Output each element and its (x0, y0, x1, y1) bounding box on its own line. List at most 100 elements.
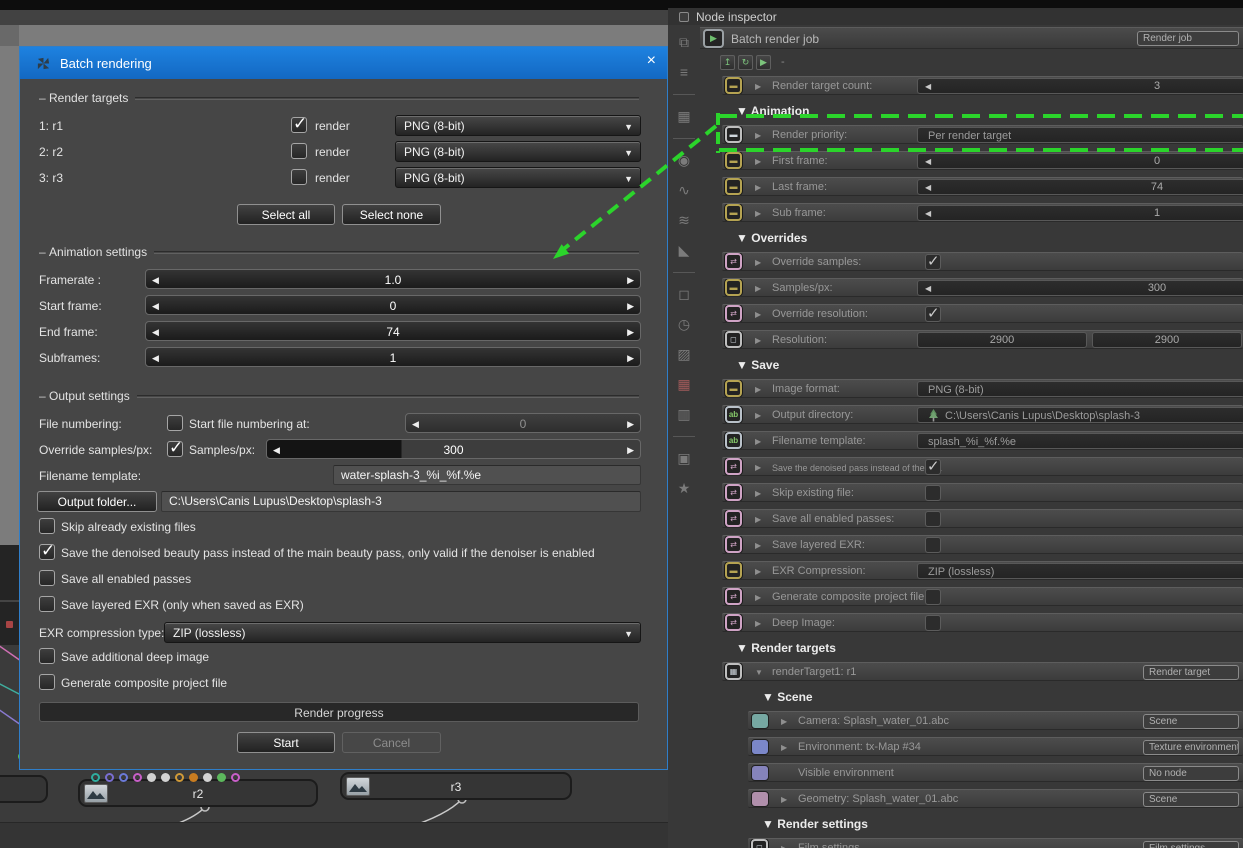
inspector-titlebar[interactable]: Node inspector (668, 8, 1243, 25)
camera-icon[interactable]: ◉ (673, 150, 695, 171)
save-layered-exr-checkbox[interactable] (925, 537, 941, 553)
render-checkbox[interactable] (291, 169, 307, 185)
section-header-scene[interactable]: ▼ Scene (700, 688, 1243, 707)
render-play-icon[interactable]: ▶ (703, 29, 724, 48)
texture-icon[interactable]: ▨ (673, 344, 695, 365)
samples-px-slider[interactable]: ◀ 300 ▶ (266, 439, 641, 459)
graph-node-r3[interactable]: r3 (340, 772, 572, 800)
cube-icon[interactable]: ▦ (673, 374, 695, 395)
environment-badge[interactable]: Texture environment (1143, 740, 1239, 755)
chevron-right-icon[interactable]: ▶ (781, 844, 787, 848)
render-priority-row[interactable]: ▬ ▶ Render priority: Per render target (722, 125, 1243, 144)
save-denoised-checkbox[interactable] (39, 541, 55, 561)
play-icon[interactable]: ▶ (756, 54, 771, 70)
save-deep-image-checkbox[interactable] (39, 648, 55, 664)
start-frame-slider[interactable]: ◀ 0 ▶ (145, 295, 641, 315)
port-dot[interactable] (105, 773, 114, 782)
render-target-count-slider[interactable]: ◀ 3 (917, 78, 1243, 94)
last-frame-row[interactable]: ▬ ▶ Last frame: ◀ 74 (722, 177, 1243, 196)
film-settings-row[interactable]: ◻ ▶ Film settings Film settings (748, 838, 1243, 848)
chevron-right-icon[interactable]: ▶ (755, 284, 761, 293)
file-numbering-checkbox[interactable] (167, 415, 183, 431)
generate-composite-project-file-checkbox[interactable] (925, 589, 941, 605)
section-header-render-settings[interactable]: ▼ Render settings (700, 815, 1243, 834)
chevron-right-icon[interactable]: ▶ (755, 515, 761, 524)
chevron-right-icon[interactable]: ▶ (755, 183, 761, 192)
chevron-right-icon[interactable]: ▶ (755, 385, 761, 394)
frame-icon[interactable]: ◻ (673, 284, 695, 305)
override-samples-checkbox[interactable] (167, 438, 183, 458)
node-header-row[interactable]: ▶ Batch render job Render job (700, 27, 1243, 49)
resolution-y[interactable]: 2900 (1092, 332, 1242, 348)
render-checkbox[interactable] (291, 114, 307, 134)
refresh-icon[interactable]: ↻ (738, 54, 753, 70)
port-dot[interactable] (175, 773, 184, 782)
skip-existing-checkbox[interactable] (39, 518, 55, 534)
render-target-1-badge[interactable]: Render target (1143, 665, 1239, 680)
deep-image-checkbox[interactable] (925, 615, 941, 631)
format-dropdown[interactable]: PNG (8-bit) ▼ (395, 115, 641, 136)
save-denoised-pass-row[interactable]: ⇄ ▶ Save the denoised pass instead of the … (722, 457, 1243, 476)
graph-node-r2[interactable]: r2 (78, 779, 318, 807)
dialog-titlebar[interactable]: Batch rendering × (20, 47, 667, 79)
override-resolution-checkbox[interactable] (925, 305, 941, 322)
cancel-button[interactable]: Cancel (342, 732, 441, 753)
picture-icon[interactable]: ▣ (673, 448, 695, 469)
port-dot[interactable] (217, 773, 226, 782)
select-all-button[interactable]: Select all (237, 204, 335, 225)
file-numbering-slider[interactable]: ◀ 0 ▶ (405, 413, 641, 433)
save-layered-exr-row[interactable]: ⇄ ▶ Save layered EXR: (722, 535, 1243, 554)
render-target-1-row[interactable]: ▦ ▼ renderTarget1: r1 Render target (722, 662, 1243, 681)
filename-template-value[interactable]: splash_%i_%f.%e (917, 433, 1243, 449)
format-dropdown[interactable]: PNG (8-bit) ▼ (395, 167, 641, 188)
chevron-right-icon[interactable]: ▶ (755, 411, 761, 420)
chevron-right-icon[interactable]: ▶ (755, 619, 761, 628)
flatten-icon[interactable]: ≡ (673, 62, 695, 83)
close-icon[interactable]: × (647, 53, 656, 69)
port-dot[interactable] (203, 773, 212, 782)
save-denoised-pass-checkbox[interactable] (925, 458, 941, 475)
slider-right-arrow-icon[interactable]: ▶ (627, 327, 634, 338)
chevron-right-icon[interactable]: ▶ (755, 593, 761, 602)
first-frame-slider[interactable]: ◀ 0 (917, 153, 1243, 169)
geometry-row[interactable]: ▶ Geometry: Splash_water_01.abc Scene (748, 789, 1243, 808)
skip-existing-file-checkbox[interactable] (925, 485, 941, 501)
sub-frame-row[interactable]: ▬ ▶ Sub frame: ◀ 1 (722, 203, 1243, 222)
image-format-row[interactable]: ▬ ▶ Image format: PNG (8-bit) (722, 379, 1243, 398)
samples-px-slider[interactable]: ◀ 300 (917, 280, 1243, 296)
output-folder-button[interactable]: Output folder... (37, 491, 157, 512)
visible-environment-row[interactable]: Visible environment No node (748, 763, 1243, 782)
image-view-icon[interactable]: ▦ (673, 106, 695, 127)
material-icon[interactable]: ≋ (673, 210, 695, 231)
section-header-overrides[interactable]: ▼ Overrides (700, 229, 1243, 248)
render-checkbox[interactable] (291, 143, 307, 159)
chevron-right-icon[interactable]: ▶ (755, 258, 761, 267)
section-header-save[interactable]: ▼ Save (700, 356, 1243, 375)
duplicate-icon[interactable]: ⧉ (673, 32, 695, 53)
start-button[interactable]: Start (237, 732, 335, 753)
end-frame-slider[interactable]: ◀ 74 ▶ (145, 321, 641, 341)
slider-right-arrow-icon[interactable]: ▶ (627, 419, 634, 430)
visible-environment-badge[interactable]: No node (1143, 766, 1239, 781)
chevron-right-icon[interactable]: ▶ (755, 489, 761, 498)
chevron-right-icon[interactable]: ▶ (755, 310, 761, 319)
submit-icon[interactable]: ↥ (720, 54, 735, 70)
exr-compression-dropdown[interactable]: ZIP (lossless) ▼ (164, 622, 641, 643)
last-frame-slider[interactable]: ◀ 74 (917, 179, 1243, 195)
chevron-right-icon[interactable]: ▶ (755, 131, 761, 140)
output-folder-input[interactable]: C:\Users\Canis Lupus\Desktop\splash-3 (161, 491, 641, 512)
chevron-right-icon[interactable]: ▶ (755, 209, 761, 218)
chevron-right-icon[interactable]: ▶ (755, 567, 761, 576)
slider-right-arrow-icon[interactable]: ▶ (627, 445, 634, 456)
chevron-right-icon[interactable]: ▶ (781, 795, 787, 804)
port-dot[interactable] (133, 773, 142, 782)
section-header-animation[interactable]: ▼ Animation (700, 102, 1243, 121)
sub-frame-slider[interactable]: ◀ 1 (917, 205, 1243, 221)
node-type-badge[interactable]: Render job (1137, 31, 1239, 46)
port-dot[interactable] (189, 773, 198, 782)
resolution-x[interactable]: 2900 (917, 332, 1087, 348)
samples-px-row[interactable]: ▬ ▶ Samples/px: ◀ 300 (722, 278, 1243, 297)
save-all-passes-checkbox[interactable] (39, 570, 55, 586)
chevron-right-icon[interactable]: ▶ (781, 743, 787, 752)
section-header-render-targets[interactable]: ▼ Render targets (700, 639, 1243, 658)
